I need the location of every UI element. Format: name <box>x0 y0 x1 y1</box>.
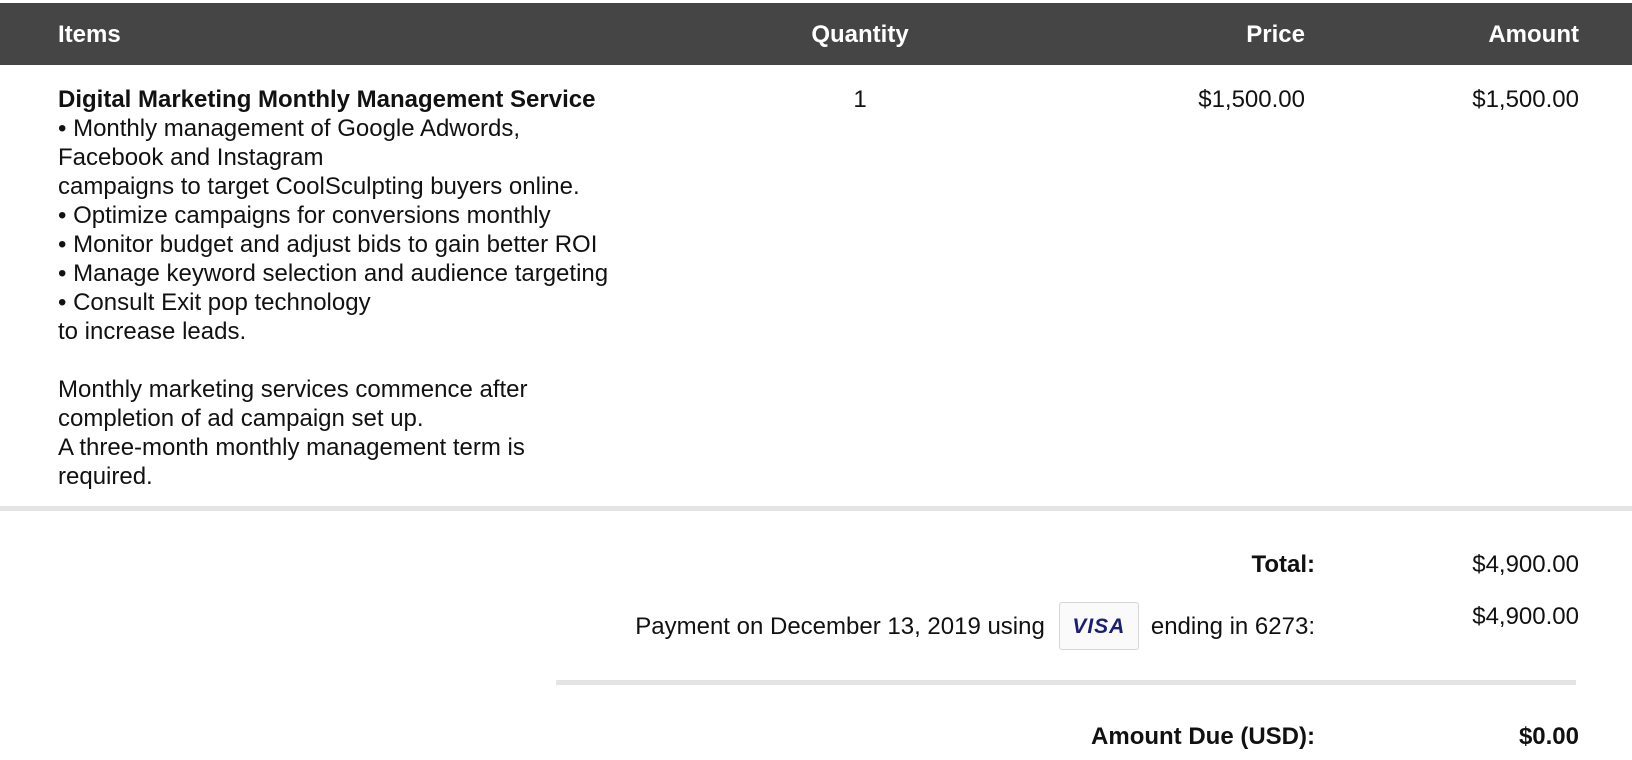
header-items: Items <box>58 21 121 48</box>
summary-divider <box>556 680 1576 685</box>
description-line: A three-month monthly management term is <box>58 434 525 461</box>
description-line: completion of ad campaign set up. <box>58 405 424 432</box>
total-label: Total: <box>1251 551 1315 578</box>
total-value: $4,900.00 <box>1472 551 1579 578</box>
payment-value: $4,900.00 <box>1472 603 1579 630</box>
table-header: Items Quantity Price Amount <box>0 3 1632 65</box>
payment-prefix: Payment on December 13, 2019 using <box>635 612 1045 640</box>
header-amount: Amount <box>1488 21 1579 48</box>
payment-suffix: ending in 6273: <box>1150 612 1315 640</box>
invoice-page: Items Quantity Price Amount Digital Mark… <box>0 0 1632 760</box>
item-amount: $1,500.00 <box>1472 86 1579 113</box>
header-quantity: Quantity <box>811 21 909 48</box>
visa-card-icon: VISA <box>1058 602 1139 650</box>
header-price: Price <box>1246 21 1305 48</box>
item-quantity: 1 <box>853 86 867 113</box>
description-line: • Consult Exit pop technology <box>58 289 371 316</box>
description-line <box>58 346 698 375</box>
row-divider <box>0 506 1632 511</box>
item-description-cell: Digital Marketing Monthly Management Ser… <box>58 85 698 491</box>
table-row: Digital Marketing Monthly Management Ser… <box>0 65 1632 506</box>
description-line: Facebook and Instagram <box>58 144 324 171</box>
item-description-lines: • Monthly management of Google Adwords, F… <box>58 114 698 491</box>
description-line: campaigns to target CoolSculpting buyers… <box>58 173 580 200</box>
item-title: Digital Marketing Monthly Management Ser… <box>58 86 596 113</box>
description-line: Monthly marketing services commence afte… <box>58 376 528 403</box>
description-line: • Monthly management of Google Adwords, <box>58 115 520 142</box>
amount-due-label: Amount Due (USD): <box>1091 723 1315 750</box>
description-line: • Monitor budget and adjust bids to gain… <box>58 231 598 258</box>
description-line: • Manage keyword selection and audience … <box>58 260 609 287</box>
description-line: • Optimize campaigns for conversions mon… <box>58 202 551 229</box>
item-price: $1,500.00 <box>1198 86 1305 113</box>
payment-label: Payment on December 13, 2019 using VISA … <box>635 602 1315 650</box>
amount-due-value: $0.00 <box>1518 723 1579 750</box>
description-line: required. <box>58 463 153 490</box>
description-line: to increase leads. <box>58 318 247 345</box>
